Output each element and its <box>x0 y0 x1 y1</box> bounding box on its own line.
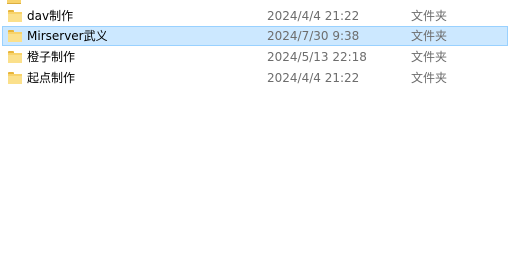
file-type: 文件夹 <box>411 50 448 64</box>
folder-icon <box>8 30 22 42</box>
list-item[interactable]: Mirserver武义 2024/7/30 9:38 文件夹 <box>2 26 508 46</box>
file-name: dav制作 <box>27 9 74 23</box>
file-name: Mirserver武义 <box>27 29 108 43</box>
list-item[interactable]: 起点制作 2024/4/4 21:22 文件夹 <box>2 68 508 88</box>
modified-date: 2024/7/30 9:38 <box>267 29 360 43</box>
file-name: 起点制作 <box>27 71 76 85</box>
file-list: dav制作 2024/4/4 21:22 文件夹 Mirserver武义 202… <box>0 0 508 273</box>
folder-icon <box>8 72 22 84</box>
list-item[interactable]: 橙子制作 2024/5/13 22:18 文件夹 <box>2 47 508 67</box>
file-type: 文件夹 <box>411 9 448 23</box>
modified-date: 2024/4/4 21:22 <box>267 9 360 23</box>
file-type: 文件夹 <box>411 29 448 43</box>
file-type: 文件夹 <box>411 71 448 85</box>
list-item[interactable]: dav制作 2024/4/4 21:22 文件夹 <box>2 6 508 26</box>
folder-icon <box>8 10 22 22</box>
modified-date: 2024/4/4 21:22 <box>267 71 360 85</box>
folder-icon <box>7 0 21 4</box>
file-name: 橙子制作 <box>27 50 76 64</box>
modified-date: 2024/5/13 22:18 <box>267 50 367 64</box>
folder-icon <box>8 51 22 63</box>
